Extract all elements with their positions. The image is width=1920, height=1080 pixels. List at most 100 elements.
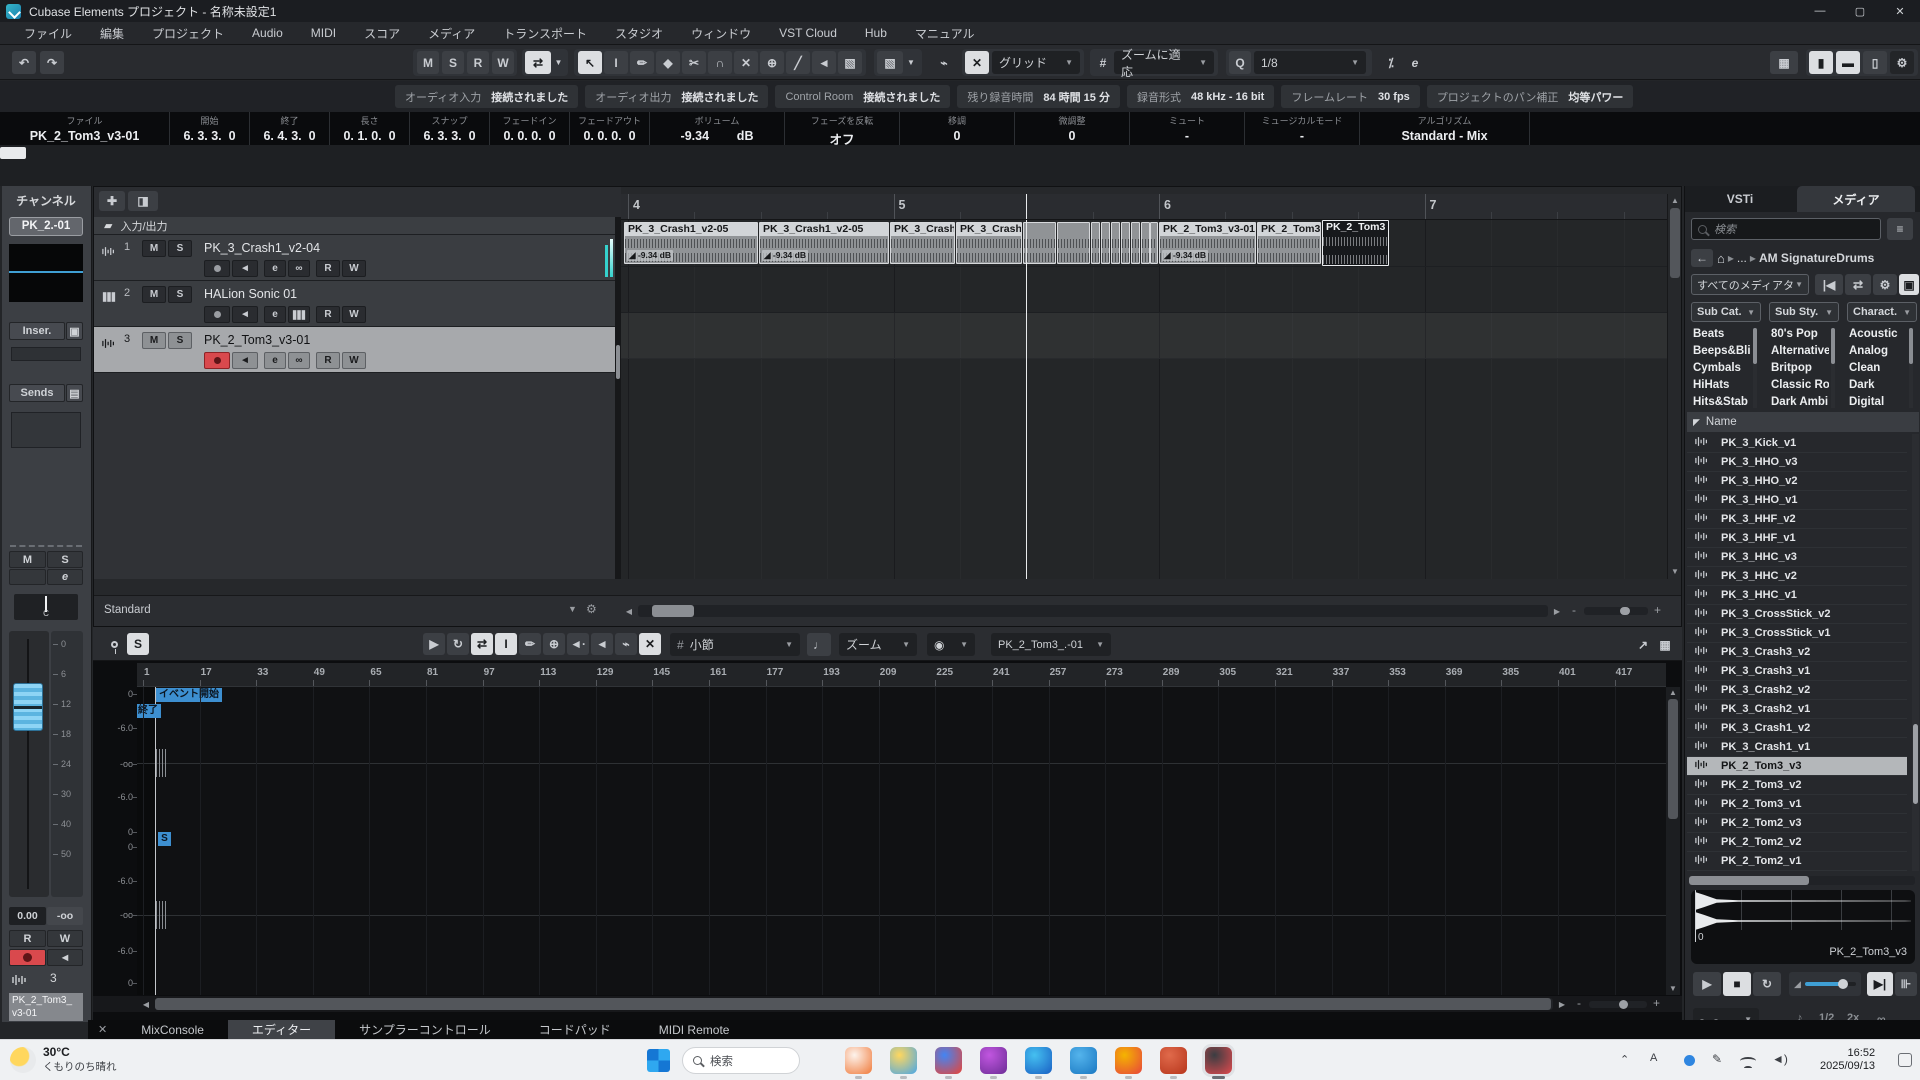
quantize-panel-button[interactable]: e bbox=[1404, 51, 1426, 74]
fader-track[interactable] bbox=[9, 631, 49, 897]
sends-header[interactable]: Sends bbox=[9, 384, 65, 402]
track-write-button[interactable]: W bbox=[342, 260, 366, 277]
media-search-input[interactable]: 検索 bbox=[1691, 218, 1881, 240]
editor-visibility-dropdown[interactable]: ◉▼ bbox=[927, 633, 975, 656]
filter-column-scroll-handle[interactable] bbox=[1909, 328, 1913, 364]
audio-event[interactable]: PK_3_Crash1_v2-05 bbox=[956, 222, 1022, 264]
color-options-caret[interactable]: ▼ bbox=[904, 51, 918, 74]
track-write-button[interactable]: W bbox=[342, 306, 366, 323]
add-track-button[interactable]: ✚ bbox=[99, 191, 125, 211]
info-移調[interactable]: 移調0 bbox=[900, 112, 1015, 145]
hscroll-handle[interactable] bbox=[652, 605, 694, 617]
vscroll-handle[interactable] bbox=[1670, 208, 1680, 278]
wifi-icon[interactable] bbox=[1740, 1057, 1756, 1070]
status-オーディオ入力[interactable]: オーディオ入力接続されました bbox=[395, 85, 578, 108]
menu-item-スタジオ[interactable]: スタジオ bbox=[601, 22, 677, 44]
editor-hscroll-right[interactable]: ▶ bbox=[1555, 998, 1569, 1010]
inserts-header[interactable]: Inser. bbox=[9, 322, 65, 340]
track-edit-button[interactable]: e bbox=[264, 260, 286, 277]
breadcrumb-current[interactable]: AM SignatureDrums bbox=[1759, 251, 1874, 265]
crumb-ellipsis[interactable]: ... bbox=[1737, 251, 1747, 265]
global-m-button[interactable]: M bbox=[417, 51, 439, 74]
shuffle-icon[interactable]: ⇄ bbox=[1845, 274, 1871, 295]
quantize-dropdown[interactable]: 1/8▼ bbox=[1254, 51, 1366, 74]
project-cursor[interactable] bbox=[1026, 220, 1027, 579]
file-list-vscroll[interactable] bbox=[1912, 434, 1919, 871]
editor-play-button[interactable]: ▶ bbox=[423, 633, 445, 655]
preview-loop-button[interactable]: ↻ bbox=[1753, 972, 1781, 996]
quantize-note-icon[interactable]: ♩ bbox=[807, 633, 831, 656]
track-solo-button[interactable]: S bbox=[168, 286, 192, 303]
media-file-PK_3_HHO_v2[interactable]: PK_3_HHO_v2 bbox=[1687, 472, 1907, 491]
peak-meter-readout[interactable]: -oo bbox=[47, 907, 83, 925]
filter-gear-icon[interactable]: ⚙ bbox=[1873, 274, 1897, 295]
filter-item-HiHats[interactable]: HiHats bbox=[1693, 379, 1751, 395]
notification-icon[interactable] bbox=[1898, 1053, 1912, 1067]
vertical-scrollbar[interactable]: ▲ ▼ bbox=[1667, 194, 1681, 579]
editor-play-tool[interactable]: ◄ bbox=[591, 633, 613, 655]
media-file-PK_3_HHC_v1[interactable]: PK_3_HHC_v1 bbox=[1687, 586, 1907, 605]
volume-track[interactable] bbox=[1805, 982, 1856, 986]
filter-item-Britpop[interactable]: Britpop bbox=[1771, 362, 1829, 378]
media-file-PK_3_CrossStick_v2[interactable]: PK_3_CrossStick_v2 bbox=[1687, 605, 1907, 624]
media-file-PK_3_Kick_v1[interactable]: PK_3_Kick_v1 bbox=[1687, 434, 1907, 453]
status-録音形式[interactable]: 録音形式48 kHz - 16 bit bbox=[1127, 85, 1274, 108]
filter-item-Classic Roc[interactable]: Classic Roc bbox=[1771, 379, 1829, 395]
info-微調整[interactable]: 微調整0 bbox=[1015, 112, 1130, 145]
menu-item-ファイル[interactable]: ファイル bbox=[10, 22, 86, 44]
redo-button[interactable]: ↷ bbox=[40, 51, 64, 74]
object-selection-tool[interactable]: ↖ bbox=[578, 51, 602, 74]
hscroll-track[interactable] bbox=[638, 605, 1548, 617]
track-write-button[interactable]: W bbox=[342, 352, 366, 369]
audio-event[interactable]: PK_2_Tom3 bbox=[1257, 222, 1321, 264]
open-in-window-icon[interactable]: ↗ bbox=[1633, 633, 1653, 656]
bottom-tab-サンプラーコントロール[interactable]: サンプラーコントロール bbox=[335, 1020, 515, 1039]
minimize-button[interactable]: — bbox=[1800, 0, 1840, 22]
track-monitor-button[interactable]: ◄ bbox=[232, 352, 258, 369]
editor-snap-button[interactable]: ✕ bbox=[639, 633, 661, 655]
track-instrument-icon[interactable] bbox=[288, 306, 310, 323]
track-record-button[interactable] bbox=[204, 352, 230, 369]
undo-button[interactable]: ↶ bbox=[12, 51, 36, 74]
media-file-PK_3_Crash1_v1[interactable]: PK_3_Crash1_v1 bbox=[1687, 738, 1907, 757]
color-tool[interactable]: ▧ bbox=[838, 51, 862, 74]
info-フェーズを反転[interactable]: フェーズを反転オフ bbox=[785, 112, 900, 145]
filter-item-Analog[interactable]: Analog bbox=[1849, 345, 1907, 361]
editor-hscroll-track[interactable] bbox=[155, 998, 1553, 1010]
info-ミュージカルモード[interactable]: ミュージカルモード- bbox=[1245, 112, 1360, 145]
taskbar-search[interactable]: 検索 bbox=[682, 1047, 800, 1074]
info-フェードアウト[interactable]: フェードアウト0. 0. 0. 0 bbox=[570, 112, 650, 145]
file-list-hscroll-handle[interactable] bbox=[1689, 876, 1809, 885]
auto-scroll-button[interactable]: ⇄ bbox=[525, 51, 551, 74]
media-file-PK_3_HHF_v2[interactable]: PK_3_HHF_v2 bbox=[1687, 510, 1907, 529]
clock-widget[interactable]: 16:52 2025/09/13 bbox=[1820, 1047, 1875, 1073]
splitter-handle[interactable] bbox=[616, 345, 620, 379]
tab-vsti[interactable]: VSTi bbox=[1685, 186, 1795, 212]
grid-type-dropdown[interactable]: ズームに適応▼ bbox=[1114, 51, 1214, 74]
rewind-preview-icon[interactable]: |◀ bbox=[1815, 274, 1843, 295]
zoom-slider-knob[interactable] bbox=[1620, 607, 1630, 615]
channel-curve-display[interactable] bbox=[9, 244, 83, 302]
status-オーディオ出力[interactable]: オーディオ出力接続されました bbox=[585, 85, 768, 108]
track-edit-button[interactable]: e bbox=[264, 352, 286, 369]
menu-item-VST Cloud[interactable]: VST Cloud bbox=[765, 22, 851, 44]
status-プロジェクトのパン補正[interactable]: プロジェクトのパン補正均等パワー bbox=[1427, 85, 1634, 108]
channel-solo-button[interactable]: S bbox=[47, 551, 83, 568]
media-file-PK_2_Tom2_v2[interactable]: PK_2_Tom2_v2 bbox=[1687, 833, 1907, 852]
status-Control Room[interactable]: Control Room接続されました bbox=[775, 85, 950, 108]
channel-edit-button[interactable]: e bbox=[47, 569, 83, 585]
inserts-rack-icon[interactable]: ▣ bbox=[66, 322, 83, 340]
track-preset-label[interactable]: Standard bbox=[104, 604, 151, 616]
close-button[interactable]: ✕ bbox=[1880, 0, 1920, 22]
info-ボリューム[interactable]: ボリューム-9.34 dB bbox=[650, 112, 785, 145]
filter-item-Alternative[interactable]: Alternative bbox=[1771, 345, 1829, 361]
editor-vscroll-up[interactable]: ▲ bbox=[1666, 687, 1680, 697]
channel-listen-button[interactable] bbox=[9, 569, 46, 585]
track-mute-button[interactable]: M bbox=[142, 286, 166, 303]
audio-event[interactable]: PK_3_Crash1_v2-05◢ -9.34 dB bbox=[759, 222, 889, 264]
editor-grid-dropdown[interactable]: # 小節▼ bbox=[670, 633, 800, 656]
media-file-PK_2_Tom2_v3[interactable]: PK_2_Tom2_v3 bbox=[1687, 814, 1907, 833]
media-file-PK_3_HHC_v2[interactable]: PK_3_HHC_v2 bbox=[1687, 567, 1907, 586]
editor-range-tool[interactable]: I bbox=[495, 633, 517, 655]
media-file-PK_3_Crash3_v1[interactable]: PK_3_Crash3_v1 bbox=[1687, 662, 1907, 681]
